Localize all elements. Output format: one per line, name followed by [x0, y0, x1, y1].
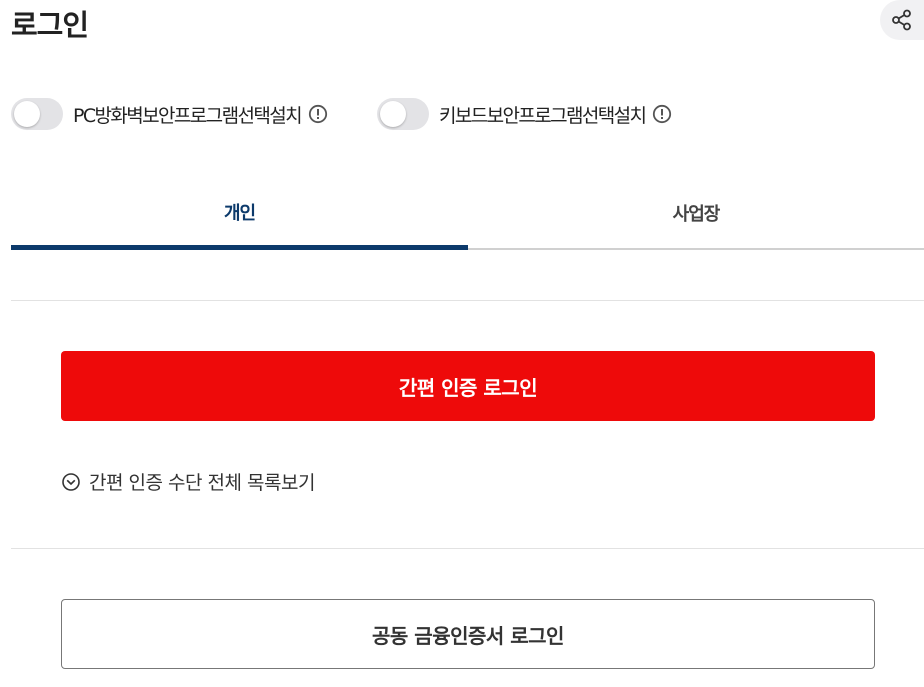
tab-personal[interactable]: 개인	[11, 178, 468, 250]
divider	[11, 300, 924, 301]
firewall-toggle-label: PC방화벽보안프로그램선택설치	[73, 104, 303, 127]
tab-business[interactable]: 사업장	[468, 178, 924, 250]
info-circle-icon[interactable]	[308, 104, 328, 124]
toggle-knob	[380, 101, 406, 127]
login-type-tabs: 개인 사업장	[11, 178, 924, 250]
divider	[11, 548, 924, 549]
chevron-down-circle-icon	[61, 472, 81, 492]
view-all-methods-label: 간편 인증 수단 전체 목록보기	[89, 472, 315, 494]
share-button[interactable]	[880, 0, 924, 40]
toggle-knob	[14, 101, 40, 127]
share-icon	[891, 9, 913, 31]
keyboard-toggle-label: 키보드보안프로그램선택설치	[439, 104, 647, 127]
certificate-login-button[interactable]: 공동 금융인증서 로그인	[61, 599, 875, 669]
firewall-toggle-row: PC방화벽보안프로그램선택설치	[11, 98, 328, 130]
keyboard-toggle-row: 키보드보안프로그램선택설치	[377, 98, 672, 130]
page-title: 로그인	[11, 8, 89, 42]
view-all-methods-toggle[interactable]: 간편 인증 수단 전체 목록보기	[61, 468, 315, 495]
keyboard-security-toggle[interactable]	[377, 98, 429, 130]
info-circle-icon[interactable]	[652, 104, 672, 124]
firewall-toggle[interactable]	[11, 98, 63, 130]
easy-auth-login-button[interactable]: 간편 인증 로그인	[61, 351, 875, 421]
